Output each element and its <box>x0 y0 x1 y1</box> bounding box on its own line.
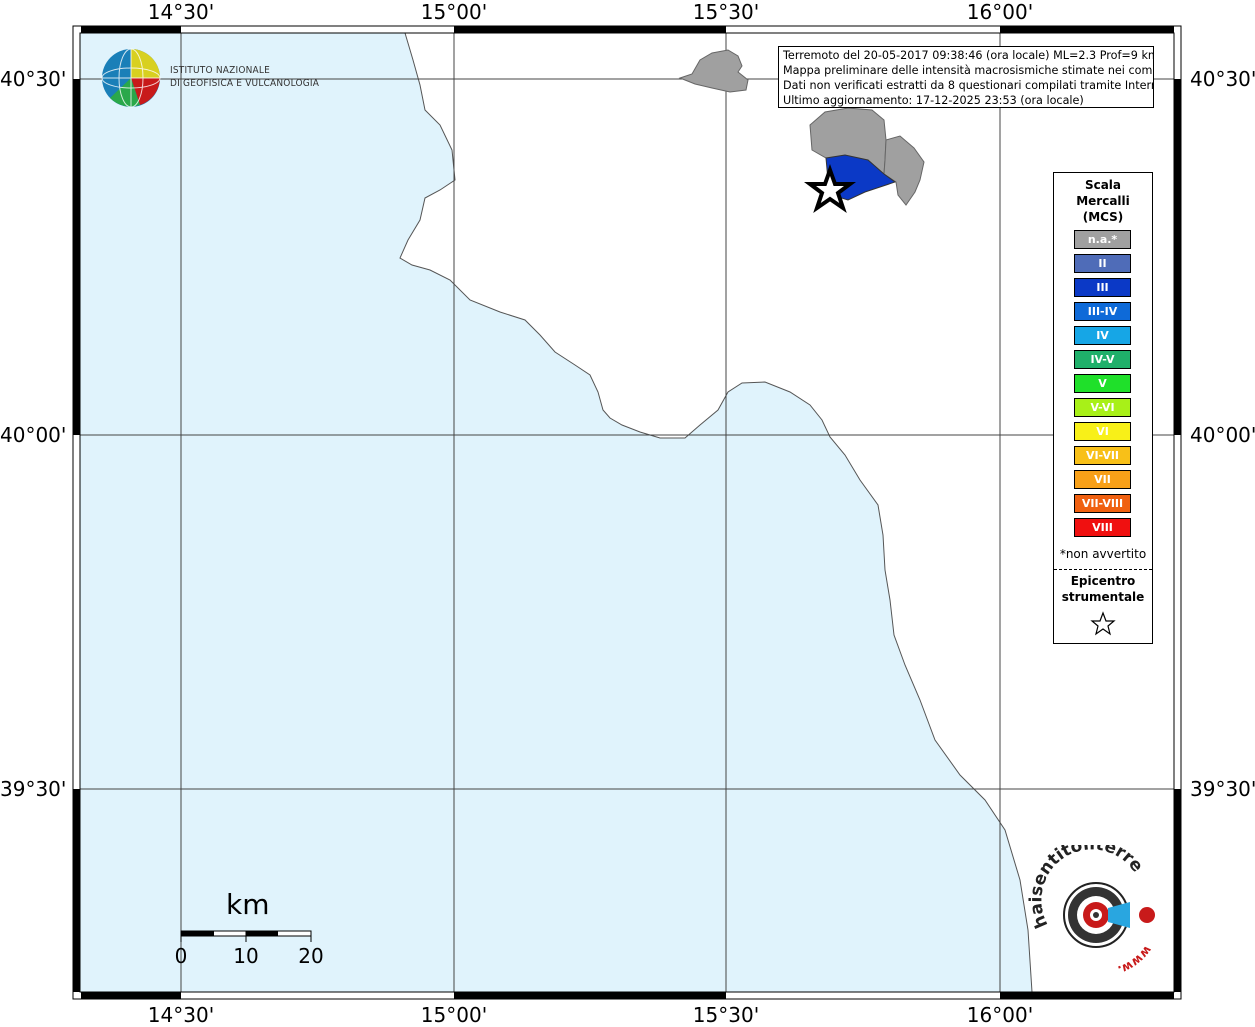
lat-tick-right-1: 40°30' <box>1190 67 1255 91</box>
lon-tick-bottom-2: 15°00' <box>420 1003 488 1027</box>
brand-text: haisentitoilterremoto.it <box>1026 845 1147 931</box>
legend-star-icon <box>1090 611 1116 636</box>
legend-entry: VII <box>1074 470 1131 489</box>
legend-title-line2: Mercalli <box>1076 194 1130 208</box>
lon-tick-bottom-4: 16°00' <box>966 1003 1034 1027</box>
legend-entry: VII-VIII <box>1074 494 1131 513</box>
scale-label-20: 20 <box>298 944 324 968</box>
lat-tick-right-3: 39°30' <box>1190 777 1255 801</box>
legend-entry: V <box>1074 374 1131 393</box>
institute-name-line1: ISTITUTO NAZIONALE <box>170 65 270 76</box>
legend-entry: II <box>1074 254 1131 273</box>
svg-text:haisentitoilterremoto.it: haisentitoilterremoto.it <box>1026 845 1147 931</box>
legend-separator <box>1054 569 1152 570</box>
legend-entry: III-IV <box>1074 302 1131 321</box>
legend-title-line3: (MCS) <box>1082 210 1124 224</box>
legend-entry: VI-VII <box>1074 446 1131 465</box>
institute-name-line2: DI GEOFISICA E VULCANOLOGIA <box>170 78 320 89</box>
legend-entry: IV <box>1074 326 1131 345</box>
lon-tick-top-3: 15°30' <box>692 0 760 24</box>
scale-title: km <box>226 888 270 921</box>
legend-entry: IV-V <box>1074 350 1131 369</box>
brand-url-text: www. <box>1116 943 1155 977</box>
legend-title-line1: Scala <box>1084 178 1122 192</box>
info-line-4: Ultimo aggiornamento: 17-12-2025 23:53 (… <box>783 94 1084 107</box>
legend-entry: VIII <box>1074 518 1131 537</box>
legend-entry: n.a.* <box>1074 230 1131 249</box>
info-line-2: Mappa preliminare delle intensità macros… <box>783 64 1154 77</box>
lon-tick-bottom-3: 15°30' <box>692 1003 760 1027</box>
haisentito-logo-text: haisentitoilterremoto.it www. <box>1026 845 1155 977</box>
institute-name: ISTITUTO NAZIONALE DI GEOFISICA E VULCAN… <box>170 64 319 90</box>
legend-title: Scala Mercalli (MCS) <box>1054 177 1152 225</box>
ingv-logo-icon <box>101 48 161 108</box>
lat-tick-left-2: 40°00' <box>0 423 67 447</box>
lon-tick-bottom-1: 14°30' <box>147 1003 215 1027</box>
legend-note: *non avvertito <box>1059 547 1147 561</box>
legend-entry: VI <box>1074 422 1131 441</box>
lat-tick-left-3: 39°30' <box>0 777 67 801</box>
legend-epicenter-line1: Epicentro <box>1070 574 1136 588</box>
earthquake-info-box: Terremoto del 20-05-2017 09:38:46 (ora l… <box>778 46 1154 108</box>
lat-tick-left-1: 40°30' <box>0 67 67 91</box>
legend-entry: III <box>1074 278 1131 297</box>
lon-tick-top-4: 16°00' <box>966 0 1034 24</box>
legend-epicenter-label: Epicentro strumentale <box>1054 573 1152 605</box>
svg-text:www.: www. <box>1116 943 1155 977</box>
lat-tick-right-2: 40°00' <box>1190 423 1255 447</box>
scale-label-0: 0 <box>174 944 188 968</box>
mercalli-legend: Scala Mercalli (MCS) n.a.* II III III-IV IV I… <box>1053 172 1153 644</box>
legend-epicenter-line2: strumentale <box>1061 590 1145 604</box>
legend-entry: V-VI <box>1074 398 1131 417</box>
scale-label-10: 10 <box>233 944 259 968</box>
lon-tick-top-1: 14°30' <box>147 0 215 24</box>
info-line-3: Dati non verificati estratti da 8 questi… <box>783 79 1154 92</box>
lon-tick-top-2: 15°00' <box>420 0 488 24</box>
info-line-1: Terremoto del 20-05-2017 09:38:46 (ora l… <box>783 49 1154 62</box>
